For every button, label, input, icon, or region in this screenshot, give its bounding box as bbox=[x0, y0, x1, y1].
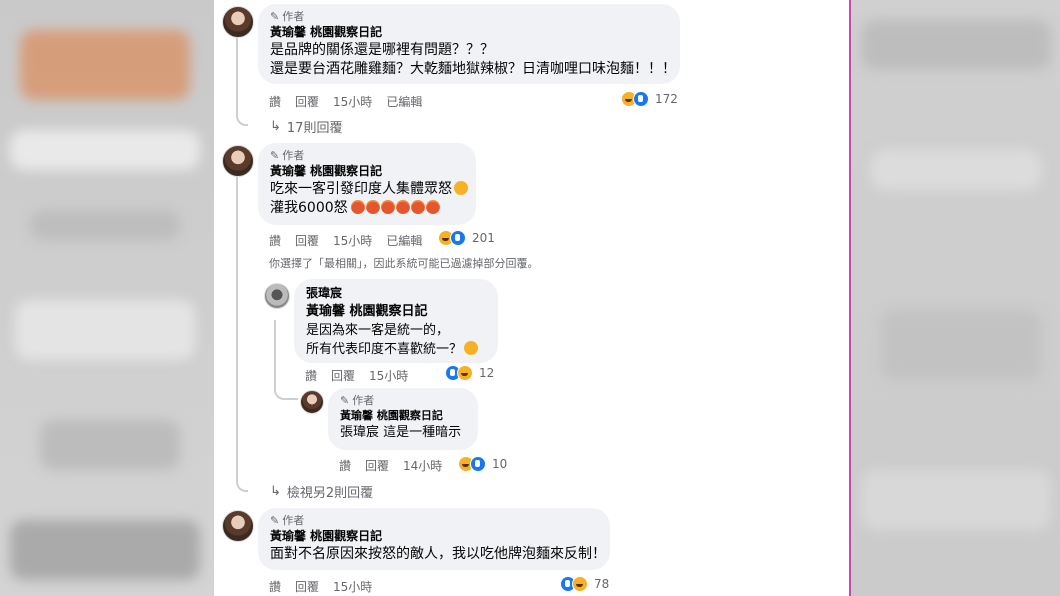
avatar[interactable] bbox=[264, 283, 290, 309]
like-action[interactable]: 讚 bbox=[269, 578, 281, 595]
comment-author-name[interactable]: 黃瑜馨 桃園觀察日記 bbox=[270, 163, 464, 180]
author-badge: ✎ 作者 bbox=[270, 149, 305, 162]
comment-text-line: 灌我6000怒 bbox=[270, 199, 464, 218]
panel-edge bbox=[849, 0, 851, 596]
comment-text-line: 面對不名原因來按怒的敵人，我以吃他牌泡麵來反制！ bbox=[270, 546, 606, 562]
pencil-icon: ✎ bbox=[340, 394, 350, 407]
like-action[interactable]: 讚 bbox=[339, 457, 351, 474]
haha-reaction-icon bbox=[457, 365, 473, 381]
view-replies-link[interactable]: ↳ 17則回覆 bbox=[270, 117, 342, 136]
like-action[interactable]: 讚 bbox=[269, 232, 281, 249]
mention[interactable]: 黃瑜馨 桃園觀察日記 bbox=[306, 302, 486, 321]
comment-bubble: 張瑋宸 黃瑜馨 桃園觀察日記 是因為來一客是統一的， 所有代表印度不喜歡統一？ bbox=[294, 279, 498, 363]
reaction-count: 201 bbox=[472, 231, 495, 245]
thread-line bbox=[236, 176, 248, 492]
reaction-count: 10 bbox=[492, 457, 508, 471]
thinking-emoji-icon bbox=[464, 341, 479, 355]
comment-bubble: ✎ 作者 黃瑜馨 桃園觀察日記 張瑋宸 這是一種暗示 bbox=[328, 388, 478, 450]
pencil-icon: ✎ bbox=[270, 514, 280, 527]
comment-bubble: ✎ 作者 黃瑜馨 桃園觀察日記 是品牌的關係還是哪裡有問題？？？ 還是要台酒花雕雞… bbox=[258, 4, 680, 84]
timestamp[interactable]: 15小時 bbox=[333, 232, 372, 249]
avatar[interactable] bbox=[222, 510, 254, 542]
author-badge: ✎ 作者 bbox=[270, 10, 305, 23]
comment-text-line: 是因為來一客是統一的， bbox=[306, 323, 450, 338]
comment-actions: 讚 回覆 15小時 已編輯 bbox=[269, 232, 436, 249]
view-more-replies-link[interactable]: ↳ 檢視另2則回覆 bbox=[270, 482, 373, 501]
comment-actions: 讚 回覆 15小時 已編輯 bbox=[269, 93, 436, 110]
reaction-summary[interactable]: 201 bbox=[438, 230, 495, 246]
pencil-icon: ✎ bbox=[270, 10, 280, 23]
avatar[interactable] bbox=[222, 6, 254, 38]
reaction-count: 12 bbox=[479, 366, 495, 380]
like-reaction-icon bbox=[633, 91, 649, 107]
reply-arrow-icon: ↳ bbox=[270, 484, 281, 499]
comment-author-name[interactable]: 張瑋宸 bbox=[306, 285, 486, 302]
filter-notice: 你選擇了「最相關」，因此系統可能已過濾掉部分回覆。 bbox=[269, 257, 539, 270]
timestamp[interactable]: 15小時 bbox=[369, 367, 408, 384]
reaction-summary[interactable]: 10 bbox=[458, 456, 507, 472]
comments-panel: ✎ 作者 黃瑜馨 桃園觀察日記 是品牌的關係還是哪裡有問題？？？ 還是要台酒花雕雞… bbox=[214, 0, 849, 596]
pencil-icon: ✎ bbox=[270, 149, 280, 162]
reaction-summary[interactable]: 172 bbox=[621, 91, 678, 107]
comment-actions: 讚 回覆 15小時 bbox=[269, 578, 386, 595]
timestamp[interactable]: 15小時 bbox=[333, 578, 372, 595]
timestamp[interactable]: 14小時 bbox=[403, 457, 442, 474]
laughing-emoji-icon bbox=[454, 181, 468, 195]
background-left bbox=[0, 0, 214, 596]
comment-actions: 讚 回覆 14小時 bbox=[339, 457, 456, 474]
haha-reaction-icon bbox=[572, 576, 588, 592]
reaction-count: 172 bbox=[655, 92, 678, 106]
reply-action[interactable]: 回覆 bbox=[365, 457, 389, 474]
reply-action[interactable]: 回覆 bbox=[331, 367, 355, 384]
background-right bbox=[851, 0, 1060, 596]
avatar[interactable] bbox=[222, 145, 254, 177]
reaction-summary[interactable]: 78 bbox=[560, 576, 609, 592]
edited-label: 已編輯 bbox=[386, 234, 423, 248]
reply-action[interactable]: 回覆 bbox=[295, 232, 319, 249]
comment-bubble: ✎ 作者 黃瑜馨 桃園觀察日記 吃來一客引發印度人集體眾怒 灌我6000怒 bbox=[258, 143, 476, 225]
reply-action[interactable]: 回覆 bbox=[295, 578, 319, 595]
comment-text-line: 張瑋宸 這是一種暗示 bbox=[340, 425, 462, 440]
comment-author-name[interactable]: 黃瑜馨 桃園觀察日記 bbox=[270, 24, 668, 41]
comment-author-name[interactable]: 黃瑜馨 桃園觀察日記 bbox=[270, 528, 598, 545]
comment-text-line: 所有代表印度不喜歡統一？ bbox=[306, 340, 486, 359]
reaction-summary[interactable]: 12 bbox=[445, 365, 494, 381]
comment-text-line: 是品牌的關係還是哪裡有問題？？？ bbox=[270, 42, 494, 58]
edited-label: 已編輯 bbox=[386, 95, 423, 109]
like-action[interactable]: 讚 bbox=[305, 367, 317, 384]
comment-bubble: ✎ 作者 黃瑜馨 桃園觀察日記 面對不名原因來按怒的敵人，我以吃他牌泡麵來反制！ bbox=[258, 508, 610, 570]
comment-text-line: 還是要台酒花雕雞麵？大乾麵地獄辣椒？日清咖哩口味泡麵！！！ bbox=[270, 61, 676, 77]
angry-emoji-icons bbox=[350, 200, 441, 216]
comment-text-line: 吃來一客引發印度人集體眾怒 bbox=[270, 180, 468, 199]
reply-arrow-icon: ↳ bbox=[270, 119, 281, 134]
reply-action[interactable]: 回覆 bbox=[295, 93, 319, 110]
like-action[interactable]: 讚 bbox=[269, 93, 281, 110]
timestamp[interactable]: 15小時 bbox=[333, 93, 372, 110]
author-badge: ✎ 作者 bbox=[340, 394, 375, 407]
reaction-count: 78 bbox=[594, 577, 610, 591]
author-badge: ✎ 作者 bbox=[270, 514, 305, 527]
thread-line bbox=[236, 36, 248, 126]
like-reaction-icon bbox=[470, 456, 486, 472]
comment-author-name[interactable]: 黃瑜馨 桃園觀察日記 bbox=[340, 408, 466, 423]
like-reaction-icon bbox=[450, 230, 466, 246]
comment-actions: 讚 回覆 15小時 bbox=[305, 367, 422, 384]
avatar[interactable] bbox=[300, 390, 324, 414]
